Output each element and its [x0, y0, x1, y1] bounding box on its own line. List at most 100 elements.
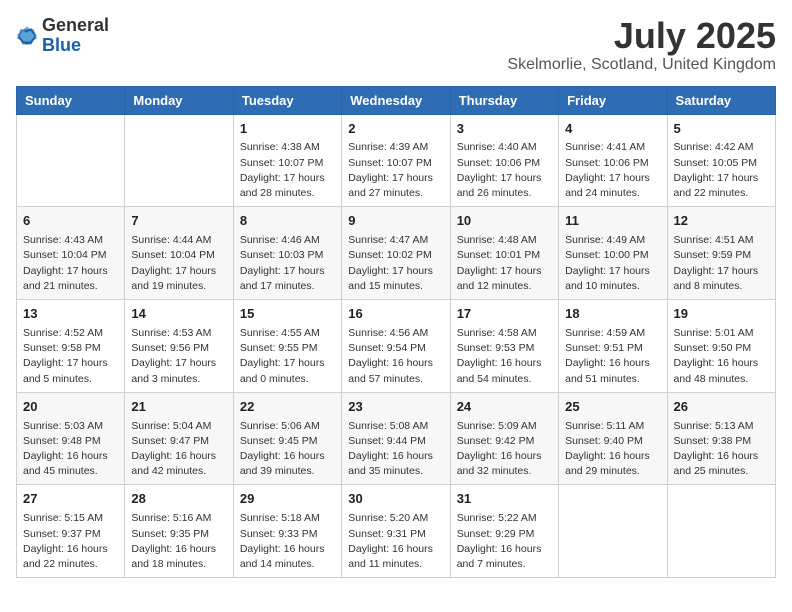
day-number: 4: [565, 120, 660, 139]
calendar-cell: 16Sunrise: 4:56 AM Sunset: 9:54 PM Dayli…: [342, 300, 450, 393]
day-number: 25: [565, 398, 660, 417]
day-number: 21: [131, 398, 226, 417]
day-info: Sunrise: 4:41 AM Sunset: 10:06 PM Daylig…: [565, 141, 650, 199]
day-info: Sunrise: 4:56 AM Sunset: 9:54 PM Dayligh…: [348, 327, 433, 385]
day-info: Sunrise: 4:42 AM Sunset: 10:05 PM Daylig…: [674, 141, 759, 199]
day-info: Sunrise: 5:20 AM Sunset: 9:31 PM Dayligh…: [348, 512, 433, 570]
day-number: 15: [240, 305, 335, 324]
calendar-cell: 30 Sunrise: 5:20 AM Sunset: 9:31 PM Dayli…: [342, 485, 450, 578]
day-number: 12: [674, 212, 769, 231]
calendar-cell: [559, 485, 667, 578]
title-block: July 2025 Skelmorlie, Scotland, United K…: [507, 16, 776, 74]
day-number: 30: [348, 490, 443, 509]
column-header-friday: Friday: [559, 86, 667, 114]
day-info: Sunrise: 4:53 AM Sunset: 9:56 PM Dayligh…: [131, 327, 216, 385]
calendar-week-4: 20Sunrise: 5:03 AM Sunset: 9:48 PM Dayli…: [17, 392, 776, 485]
day-number: 13: [23, 305, 118, 324]
day-number: 11: [565, 212, 660, 231]
calendar-week-2: 6 Sunrise: 4:43 AM Sunset: 10:04 PM Dayli…: [17, 207, 776, 300]
day-number: 26: [674, 398, 769, 417]
day-number: 7: [131, 212, 226, 231]
calendar-cell: 5 Sunrise: 4:42 AM Sunset: 10:05 PM Dayli…: [667, 114, 775, 207]
day-number: 24: [457, 398, 552, 417]
day-number: 9: [348, 212, 443, 231]
day-number: 17: [457, 305, 552, 324]
calendar-cell: 17 Sunrise: 4:58 AM Sunset: 9:53 PM Dayli…: [450, 300, 558, 393]
day-number: 22: [240, 398, 335, 417]
day-number: 2: [348, 120, 443, 139]
calendar-cell: 12Sunrise: 4:51 AM Sunset: 9:59 PM Dayli…: [667, 207, 775, 300]
calendar-location: Skelmorlie, Scotland, United Kingdom: [507, 56, 776, 74]
day-info: Sunrise: 4:58 AM Sunset: 9:53 PM Dayligh…: [457, 327, 542, 385]
day-info: Sunrise: 5:11 AM Sunset: 9:40 PM Dayligh…: [565, 420, 650, 478]
calendar-cell: 6 Sunrise: 4:43 AM Sunset: 10:04 PM Dayli…: [17, 207, 125, 300]
day-number: 10: [457, 212, 552, 231]
calendar-cell: 25 Sunrise: 5:11 AM Sunset: 9:40 PM Dayli…: [559, 392, 667, 485]
day-number: 29: [240, 490, 335, 509]
calendar-cell: 15Sunrise: 4:55 AM Sunset: 9:55 PM Dayli…: [233, 300, 341, 393]
calendar-cell: 31 Sunrise: 5:22 AM Sunset: 9:29 PM Dayli…: [450, 485, 558, 578]
calendar-cell: 3 Sunrise: 4:40 AM Sunset: 10:06 PM Dayli…: [450, 114, 558, 207]
calendar-cell: 28 Sunrise: 5:16 AM Sunset: 9:35 PM Dayli…: [125, 485, 233, 578]
day-info: Sunrise: 5:18 AM Sunset: 9:33 PM Dayligh…: [240, 512, 325, 570]
day-info: Sunrise: 5:15 AM Sunset: 9:37 PM Dayligh…: [23, 512, 108, 570]
calendar-cell: 7Sunrise: 4:44 AM Sunset: 10:04 PM Dayli…: [125, 207, 233, 300]
calendar-cell: [667, 485, 775, 578]
day-info: Sunrise: 4:52 AM Sunset: 9:58 PM Dayligh…: [23, 327, 108, 385]
calendar-cell: 23Sunrise: 5:08 AM Sunset: 9:44 PM Dayli…: [342, 392, 450, 485]
day-info: Sunrise: 4:46 AM Sunset: 10:03 PM Daylig…: [240, 234, 325, 292]
calendar-table: SundayMondayTuesdayWednesdayThursdayFrid…: [16, 86, 776, 579]
day-number: 5: [674, 120, 769, 139]
calendar-cell: 22Sunrise: 5:06 AM Sunset: 9:45 PM Dayli…: [233, 392, 341, 485]
calendar-week-1: 1Sunrise: 4:38 AM Sunset: 10:07 PM Dayli…: [17, 114, 776, 207]
calendar-week-3: 13 Sunrise: 4:52 AM Sunset: 9:58 PM Dayli…: [17, 300, 776, 393]
calendar-cell: 11 Sunrise: 4:49 AM Sunset: 10:00 PM Dayl…: [559, 207, 667, 300]
logo: General Blue: [16, 16, 109, 56]
day-info: Sunrise: 5:01 AM Sunset: 9:50 PM Dayligh…: [674, 327, 759, 385]
calendar-title: July 2025: [507, 16, 776, 56]
day-number: 14: [131, 305, 226, 324]
day-number: 31: [457, 490, 552, 509]
calendar-cell: 24Sunrise: 5:09 AM Sunset: 9:42 PM Dayli…: [450, 392, 558, 485]
calendar-cell: 9 Sunrise: 4:47 AM Sunset: 10:02 PM Dayli…: [342, 207, 450, 300]
day-number: 23: [348, 398, 443, 417]
calendar-cell: 10Sunrise: 4:48 AM Sunset: 10:01 PM Dayl…: [450, 207, 558, 300]
calendar-cell: 20Sunrise: 5:03 AM Sunset: 9:48 PM Dayli…: [17, 392, 125, 485]
page-header: General Blue July 2025 Skelmorlie, Scotl…: [16, 16, 776, 74]
day-info: Sunrise: 5:16 AM Sunset: 9:35 PM Dayligh…: [131, 512, 216, 570]
logo-text: General Blue: [42, 16, 109, 56]
day-info: Sunrise: 4:40 AM Sunset: 10:06 PM Daylig…: [457, 141, 542, 199]
day-number: 27: [23, 490, 118, 509]
column-header-wednesday: Wednesday: [342, 86, 450, 114]
calendar-cell: [17, 114, 125, 207]
logo-icon: [16, 25, 38, 47]
day-number: 1: [240, 120, 335, 139]
day-info: Sunrise: 4:39 AM Sunset: 10:07 PM Daylig…: [348, 141, 433, 199]
day-number: 20: [23, 398, 118, 417]
column-header-tuesday: Tuesday: [233, 86, 341, 114]
calendar-cell: 26 Sunrise: 5:13 AM Sunset: 9:38 PM Dayli…: [667, 392, 775, 485]
day-number: 28: [131, 490, 226, 509]
calendar-cell: 27 Sunrise: 5:15 AM Sunset: 9:37 PM Dayli…: [17, 485, 125, 578]
calendar-week-5: 27 Sunrise: 5:15 AM Sunset: 9:37 PM Dayli…: [17, 485, 776, 578]
calendar-cell: 8Sunrise: 4:46 AM Sunset: 10:03 PM Dayli…: [233, 207, 341, 300]
calendar-cell: 18Sunrise: 4:59 AM Sunset: 9:51 PM Dayli…: [559, 300, 667, 393]
day-number: 6: [23, 212, 118, 231]
calendar-cell: [125, 114, 233, 207]
calendar-cell: 14 Sunrise: 4:53 AM Sunset: 9:56 PM Dayli…: [125, 300, 233, 393]
column-header-thursday: Thursday: [450, 86, 558, 114]
calendar-cell: 4 Sunrise: 4:41 AM Sunset: 10:06 PM Dayli…: [559, 114, 667, 207]
column-header-sunday: Sunday: [17, 86, 125, 114]
calendar-cell: 2 Sunrise: 4:39 AM Sunset: 10:07 PM Dayli…: [342, 114, 450, 207]
day-info: Sunrise: 5:13 AM Sunset: 9:38 PM Dayligh…: [674, 420, 759, 478]
day-info: Sunrise: 5:22 AM Sunset: 9:29 PM Dayligh…: [457, 512, 542, 570]
day-info: Sunrise: 4:49 AM Sunset: 10:00 PM Daylig…: [565, 234, 650, 292]
calendar-header-row: SundayMondayTuesdayWednesdayThursdayFrid…: [17, 86, 776, 114]
day-number: 3: [457, 120, 552, 139]
column-header-monday: Monday: [125, 86, 233, 114]
day-info: Sunrise: 4:47 AM Sunset: 10:02 PM Daylig…: [348, 234, 433, 292]
calendar-cell: 29 Sunrise: 5:18 AM Sunset: 9:33 PM Dayli…: [233, 485, 341, 578]
calendar-cell: 1Sunrise: 4:38 AM Sunset: 10:07 PM Dayli…: [233, 114, 341, 207]
day-number: 19: [674, 305, 769, 324]
day-info: Sunrise: 4:43 AM Sunset: 10:04 PM Daylig…: [23, 234, 108, 292]
